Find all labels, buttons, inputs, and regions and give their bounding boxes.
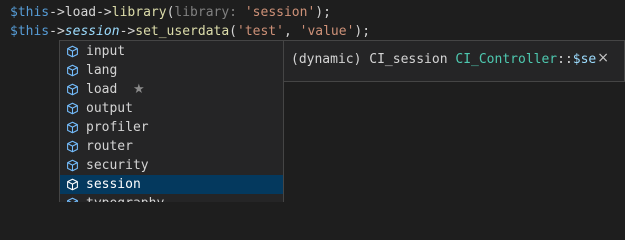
string-literal: 'test' bbox=[237, 24, 284, 39]
module-cube-icon bbox=[66, 83, 79, 96]
details-prefix: (dynamic) CI_session bbox=[291, 52, 456, 67]
suggestion-item[interactable]: output bbox=[60, 99, 283, 118]
suggestion-item[interactable]: lang bbox=[60, 61, 283, 80]
suggestion-label: typography bbox=[86, 194, 164, 202]
module-cube-icon bbox=[66, 121, 79, 134]
suggestion-label: output bbox=[86, 101, 133, 116]
suggestion-label: input bbox=[86, 44, 126, 59]
details-variable: $se bbox=[572, 52, 597, 67]
star-icon: ★ bbox=[133, 82, 145, 97]
suggestion-item[interactable]: router bbox=[60, 137, 283, 156]
suggestion-widget[interactable]: input lang load ★ output profiler router securi… bbox=[59, 40, 284, 202]
code-line-1[interactable]: $this->load->library(library: 'session')… bbox=[10, 3, 331, 22]
module-cube-icon bbox=[66, 159, 79, 172]
this-variable: $this bbox=[10, 24, 50, 39]
module-cube-icon bbox=[66, 140, 79, 153]
suggestion-label: router bbox=[86, 139, 133, 154]
comma: , bbox=[283, 24, 300, 39]
suggestion-label: profiler bbox=[86, 120, 149, 135]
module-cube-icon bbox=[66, 64, 79, 77]
code-line-2[interactable]: $this->session->set_userdata('test', 'va… bbox=[10, 22, 370, 41]
details-signature: (dynamic) CI_session CI_Controller::$se bbox=[291, 50, 596, 69]
suggestion-item[interactable]: load ★ bbox=[60, 80, 283, 99]
open-paren: ( bbox=[229, 24, 237, 39]
parameter-hint: library: bbox=[174, 5, 245, 20]
module-cube-icon bbox=[66, 102, 79, 115]
close-icon[interactable]: × bbox=[597, 49, 609, 68]
suggestion-label: security bbox=[86, 158, 149, 173]
suggestion-label: lang bbox=[86, 63, 118, 78]
library-function: library bbox=[111, 5, 167, 20]
suggestion-label: session bbox=[86, 177, 141, 192]
close-paren: ); bbox=[354, 24, 371, 39]
arrow-operator: -> bbox=[49, 24, 65, 39]
module-cube-icon bbox=[66, 45, 79, 58]
arrow-operator: -> bbox=[49, 5, 65, 20]
suggestion-item[interactable]: input bbox=[60, 42, 283, 61]
load-property: load bbox=[64, 5, 97, 20]
suggestion-details: (dynamic) CI_session CI_Controller::$se … bbox=[284, 40, 625, 82]
suggestion-item[interactable]: profiler bbox=[60, 118, 283, 137]
suggestion-item[interactable]: typography bbox=[60, 194, 283, 202]
string-literal: 'session' bbox=[244, 5, 316, 20]
suggestion-item[interactable]: session bbox=[60, 175, 283, 194]
arrow-operator: -> bbox=[96, 5, 112, 20]
close-paren: ); bbox=[315, 5, 331, 20]
module-cube-icon bbox=[66, 178, 79, 191]
string-literal: 'value' bbox=[299, 24, 355, 39]
module-cube-icon bbox=[66, 197, 79, 202]
suggestion-label: load bbox=[86, 82, 118, 97]
this-variable: $this bbox=[10, 5, 50, 20]
details-separator: :: bbox=[557, 52, 573, 67]
code-editor[interactable]: $this->load->library(library: 'session')… bbox=[0, 0, 625, 202]
suggestion-item[interactable]: security bbox=[60, 156, 283, 175]
details-class-name: CI_Controller bbox=[455, 52, 558, 67]
arrow-operator: -> bbox=[119, 24, 136, 39]
session-property: session bbox=[64, 24, 120, 39]
set-userdata-function: set_userdata bbox=[135, 24, 230, 39]
